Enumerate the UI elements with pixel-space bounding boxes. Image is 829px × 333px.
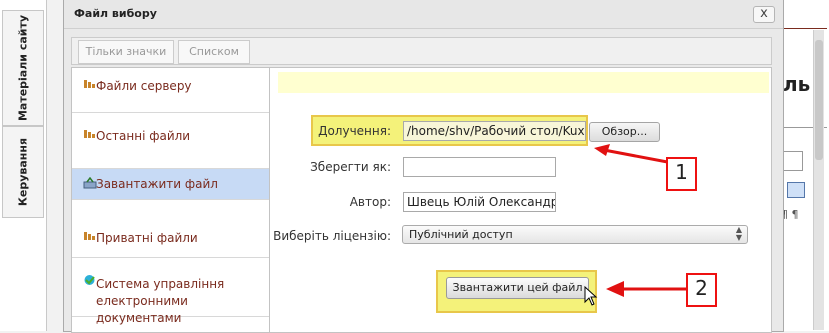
save-as-label: Зберегти як:: [310, 160, 391, 174]
recent-files-icon: [84, 130, 95, 138]
sidebar-item-label: Завантажити файл: [96, 177, 218, 191]
document-system-icon: [84, 275, 95, 285]
sidebar-item-server-files[interactable]: Файли серверу: [72, 68, 269, 113]
background-page: ль ¶ ¶: [780, 0, 829, 331]
license-label: Виберіть ліцензію:: [273, 229, 391, 243]
view-icons-only-button[interactable]: Тільки значки: [78, 40, 174, 64]
dialog-titlebar: Файл вибору x: [64, 0, 783, 29]
left-tab-bar: Матеріали сайту Керування: [0, 0, 47, 331]
attachment-path-field[interactable]: /home/shv/Рабочий стол/Kuxar: [403, 121, 586, 141]
callout-number-1: 1: [666, 157, 697, 191]
license-select[interactable]: Публічний доступ ▲ ▼: [402, 225, 748, 244]
view-list-button[interactable]: Списком: [178, 40, 250, 64]
sidebar-item-upload-file[interactable]: Завантажити файл: [72, 169, 269, 200]
background-scroll-thumb[interactable]: [815, 40, 823, 160]
private-files-icon: [84, 232, 95, 240]
close-button[interactable]: x: [753, 6, 775, 23]
sidebar-item-label: Приватні файли: [96, 231, 198, 245]
mouse-cursor-icon: [584, 286, 598, 306]
attachment-label: Долучення:: [318, 124, 391, 138]
repository-sidebar: Файли серверу Останні файли Завантажити …: [72, 68, 270, 332]
tab-management-label: Керування: [16, 137, 30, 207]
sidebar-item-label: Файли серверу: [96, 79, 192, 93]
view-toolbar: Тільки значки Списком: [71, 37, 772, 65]
tab-site-materials-label: Матеріали сайту: [16, 14, 30, 122]
upload-file-button[interactable]: Звантажити цей файл: [446, 277, 589, 299]
callout-arrow-2: [606, 281, 688, 297]
tab-management[interactable]: Керування: [2, 126, 44, 218]
tab-site-materials[interactable]: Матеріали сайту: [2, 10, 44, 126]
background-divider: [781, 28, 827, 29]
license-select-value: Публічний доступ: [409, 228, 513, 241]
author-field[interactable]: Швець Юлій Олександров: [403, 192, 556, 212]
server-files-icon: [84, 80, 95, 88]
author-label: Автор:: [349, 195, 391, 209]
background-heading-fragment: ль: [783, 72, 811, 96]
sidebar-item-recent-files[interactable]: Останні файли: [72, 113, 269, 169]
sidebar-item-private-files[interactable]: Приватні файли: [72, 200, 269, 258]
sidebar-item-document-system[interactable]: Система управління електронними документ…: [72, 258, 269, 325]
sidebar-item-label: Останні файли: [96, 129, 191, 143]
message-area: [278, 72, 769, 93]
sidebar-item-label: Система управління електронними документ…: [96, 277, 225, 325]
dialog-title: Файл вибору: [74, 7, 157, 20]
save-as-field[interactable]: [403, 157, 556, 177]
background-editor-icon: [787, 182, 805, 198]
select-arrows-icon: ▲ ▼: [735, 225, 742, 242]
browse-button[interactable]: Обзор...: [589, 122, 660, 142]
background-input: [781, 151, 803, 171]
background-scrollbar[interactable]: [813, 30, 824, 330]
callout-number-2: 2: [686, 273, 717, 307]
